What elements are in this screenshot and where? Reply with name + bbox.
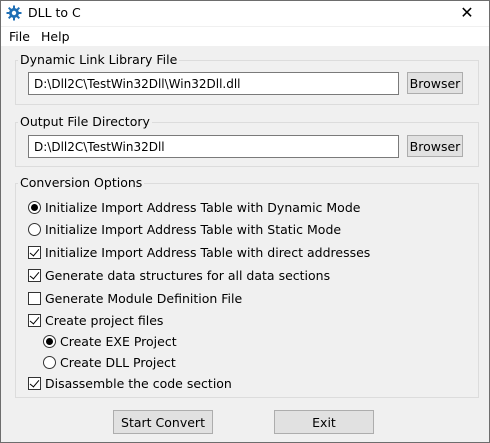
close-button[interactable]: ✕ bbox=[445, 1, 489, 26]
radio-dynamic-mode[interactable] bbox=[28, 200, 41, 214]
checkbox-disassemble[interactable] bbox=[28, 376, 41, 390]
dll-browse-button[interactable]: Browser bbox=[407, 72, 463, 94]
radio-static-mode[interactable] bbox=[28, 222, 41, 236]
option-dll-project[interactable]: Create DLL Project bbox=[43, 354, 176, 370]
dll-path-input[interactable] bbox=[28, 72, 399, 95]
conversion-options-legend: Conversion Options bbox=[20, 175, 143, 190]
start-convert-button[interactable]: Start Convert bbox=[113, 410, 213, 434]
option-label: Disassemble the code section bbox=[45, 375, 232, 391]
close-icon: ✕ bbox=[460, 3, 474, 22]
exit-button[interactable]: Exit bbox=[274, 410, 374, 434]
option-data-structures[interactable]: Generate data structures for all data se… bbox=[28, 267, 330, 283]
checkbox-project-files[interactable] bbox=[28, 313, 41, 327]
radio-exe-project[interactable] bbox=[43, 334, 56, 348]
dll-file-legend: Dynamic Link Library File bbox=[20, 52, 178, 67]
checkbox-module-definition[interactable] bbox=[28, 291, 41, 305]
main-window: DLL to C ✕ File Help Dynamic Link Librar… bbox=[0, 0, 490, 443]
output-browse-button[interactable]: Browser bbox=[407, 135, 463, 157]
output-path-input[interactable] bbox=[28, 135, 399, 158]
radio-dll-project[interactable] bbox=[43, 355, 56, 369]
option-label: Create DLL Project bbox=[60, 354, 176, 370]
gear-icon bbox=[6, 5, 22, 21]
option-label: Initialize Import Address Table with Dyn… bbox=[45, 199, 361, 215]
option-static-mode[interactable]: Initialize Import Address Table with Sta… bbox=[28, 221, 341, 237]
option-dynamic-mode[interactable]: Initialize Import Address Table with Dyn… bbox=[28, 199, 360, 215]
option-disassemble[interactable]: Disassemble the code section bbox=[28, 375, 232, 391]
option-label: Generate Module Definition File bbox=[45, 290, 243, 306]
option-label: Initialize Import Address Table with Sta… bbox=[45, 221, 342, 237]
checkbox-direct-addresses[interactable] bbox=[28, 245, 41, 259]
checkbox-data-structures[interactable] bbox=[28, 268, 41, 282]
option-label: Create project files bbox=[45, 312, 164, 328]
menu-file[interactable]: File bbox=[9, 29, 30, 44]
option-exe-project[interactable]: Create EXE Project bbox=[43, 333, 177, 349]
menu-help[interactable]: Help bbox=[41, 29, 70, 44]
window-title: DLL to C bbox=[28, 5, 81, 20]
option-label: Initialize Import Address Table with dir… bbox=[45, 244, 371, 260]
option-module-definition[interactable]: Generate Module Definition File bbox=[28, 290, 242, 306]
option-direct-addresses[interactable]: Initialize Import Address Table with dir… bbox=[28, 244, 370, 260]
title-bar: DLL to C ✕ bbox=[1, 1, 489, 26]
menu-bar: File Help bbox=[1, 27, 489, 46]
option-label: Create EXE Project bbox=[60, 333, 177, 349]
option-project-files[interactable]: Create project files bbox=[28, 312, 163, 328]
output-dir-legend: Output File Directory bbox=[20, 114, 150, 129]
option-label: Generate data structures for all data se… bbox=[45, 267, 331, 283]
